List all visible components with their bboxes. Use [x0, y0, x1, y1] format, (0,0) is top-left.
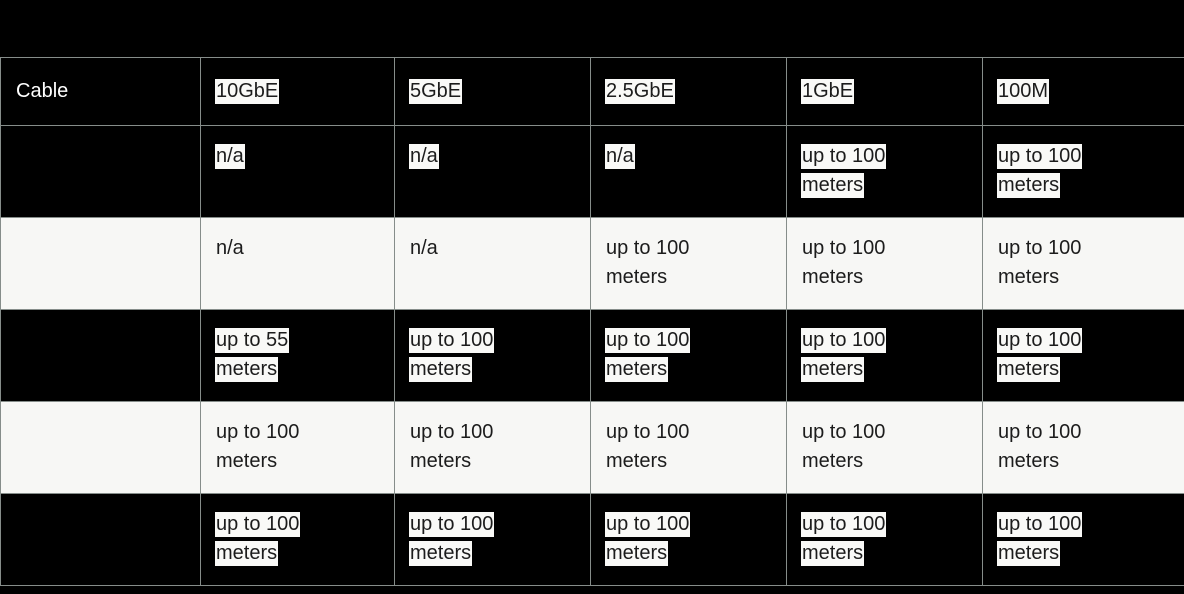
table-row: up to 55 meters up to 100 meters up to 100… [0, 309, 1184, 402]
table-cell-r3-10gbe: up to 100 meters [200, 401, 395, 494]
table-cell-r0-cable [0, 125, 201, 218]
cell-value: up to 100 meters [216, 421, 300, 472]
table-cell-r1-cable [0, 217, 201, 310]
cell-value: n/a [409, 144, 439, 169]
column-header-100m[interactable]: 100M [982, 57, 1184, 126]
cell-value: up to 100 meters [802, 237, 886, 288]
table-cell-r4-1gbe: up to 100 meters [786, 493, 983, 586]
table-cell-r0-100m: up to 100 meters [982, 125, 1184, 218]
table-cell-r2-2_5gbe: up to 100 meters [590, 309, 787, 402]
cell-value: up to 100 meters [801, 328, 887, 382]
cell-value: up to 100 meters [605, 328, 691, 382]
column-header-10gbe[interactable]: 10GbE [200, 57, 395, 126]
table-cell-r2-100m: up to 100 meters [982, 309, 1184, 402]
cell-value: up to 100 meters [998, 237, 1082, 288]
table-cell-r3-cable [0, 401, 201, 494]
table-cell-r1-10gbe: n/a [200, 217, 395, 310]
column-header-label: 10GbE [215, 79, 280, 104]
cell-value: up to 100 meters [606, 421, 690, 472]
cell-value: up to 55 meters [215, 328, 290, 382]
column-header-label: 100M [997, 79, 1050, 104]
column-header-label: Cable [16, 80, 69, 102]
cell-value: n/a [216, 237, 244, 259]
table-cell-r3-100m: up to 100 meters [982, 401, 1184, 494]
column-header-1gbe[interactable]: 1GbE [786, 57, 983, 126]
table-cell-r4-cable [0, 493, 201, 586]
table-row: n/a n/a up to 100 meters up to 100 meters up… [0, 217, 1184, 310]
cell-value: up to 100 meters [605, 512, 691, 566]
table-cell-r2-1gbe: up to 100 meters [786, 309, 983, 402]
cable-speed-table: Cable 10GbE 5GbE 2.5GbE 1GbE 100M n/a n/a n/a up… [0, 57, 1184, 586]
table-cell-r3-5gbe: up to 100 meters [394, 401, 591, 494]
column-header-label: 5GbE [409, 79, 463, 104]
cell-value: up to 100 meters [215, 512, 301, 566]
cell-value: up to 100 meters [409, 328, 495, 382]
table-row: up to 100 meters up to 100 meters up to 10… [0, 401, 1184, 494]
table-cell-r3-1gbe: up to 100 meters [786, 401, 983, 494]
cell-value: n/a [410, 237, 438, 259]
table-cell-r4-10gbe: up to 100 meters [200, 493, 395, 586]
column-header-5gbe[interactable]: 5GbE [394, 57, 591, 126]
table-cell-r1-2_5gbe: up to 100 meters [590, 217, 787, 310]
cell-value: up to 100 meters [801, 144, 887, 198]
table-cell-r2-10gbe: up to 55 meters [200, 309, 395, 402]
table-row: up to 100 meters up to 100 meters up to 10… [0, 493, 1184, 586]
cell-value: up to 100 meters [997, 144, 1083, 198]
cell-value: n/a [215, 144, 245, 169]
table-header-row: Cable 10GbE 5GbE 2.5GbE 1GbE 100M [0, 57, 1184, 126]
cell-value: up to 100 meters [998, 421, 1082, 472]
table-header: Cable 10GbE 5GbE 2.5GbE 1GbE 100M [0, 57, 1184, 126]
cell-value: up to 100 meters [802, 421, 886, 472]
cell-value: up to 100 meters [997, 328, 1083, 382]
table-cell-r1-5gbe: n/a [394, 217, 591, 310]
table-row: n/a n/a n/a up to 100 meters up to 100 meter… [0, 125, 1184, 218]
table-cell-r0-1gbe: up to 100 meters [786, 125, 983, 218]
column-header-cable[interactable]: Cable [0, 57, 201, 126]
column-header-label: 1GbE [801, 79, 855, 104]
table-cell-r4-100m: up to 100 meters [982, 493, 1184, 586]
cell-value: up to 100 meters [409, 512, 495, 566]
table-cell-r4-2_5gbe: up to 100 meters [590, 493, 787, 586]
table-cell-r0-10gbe: n/a [200, 125, 395, 218]
table-cell-r3-2_5gbe: up to 100 meters [590, 401, 787, 494]
table-body: n/a n/a n/a up to 100 meters up to 100 meter… [0, 125, 1184, 586]
table-cell-r0-5gbe: n/a [394, 125, 591, 218]
cell-value: up to 100 meters [997, 512, 1083, 566]
table-cell-r1-1gbe: up to 100 meters [786, 217, 983, 310]
column-header-2_5gbe[interactable]: 2.5GbE [590, 57, 787, 126]
table-container: Cable 10GbE 5GbE 2.5GbE 1GbE 100M n/a n/a n/a up… [0, 57, 1184, 586]
cell-value: up to 100 meters [410, 421, 494, 472]
column-header-label: 2.5GbE [605, 79, 675, 104]
cell-value: up to 100 meters [606, 237, 690, 288]
top-black-band [0, 0, 1184, 57]
table-cell-r2-cable [0, 309, 201, 402]
cell-value: up to 100 meters [801, 512, 887, 566]
cell-value: n/a [605, 144, 635, 169]
table-cell-r1-100m: up to 100 meters [982, 217, 1184, 310]
table-cell-r2-5gbe: up to 100 meters [394, 309, 591, 402]
table-cell-r0-2_5gbe: n/a [590, 125, 787, 218]
table-cell-r4-5gbe: up to 100 meters [394, 493, 591, 586]
